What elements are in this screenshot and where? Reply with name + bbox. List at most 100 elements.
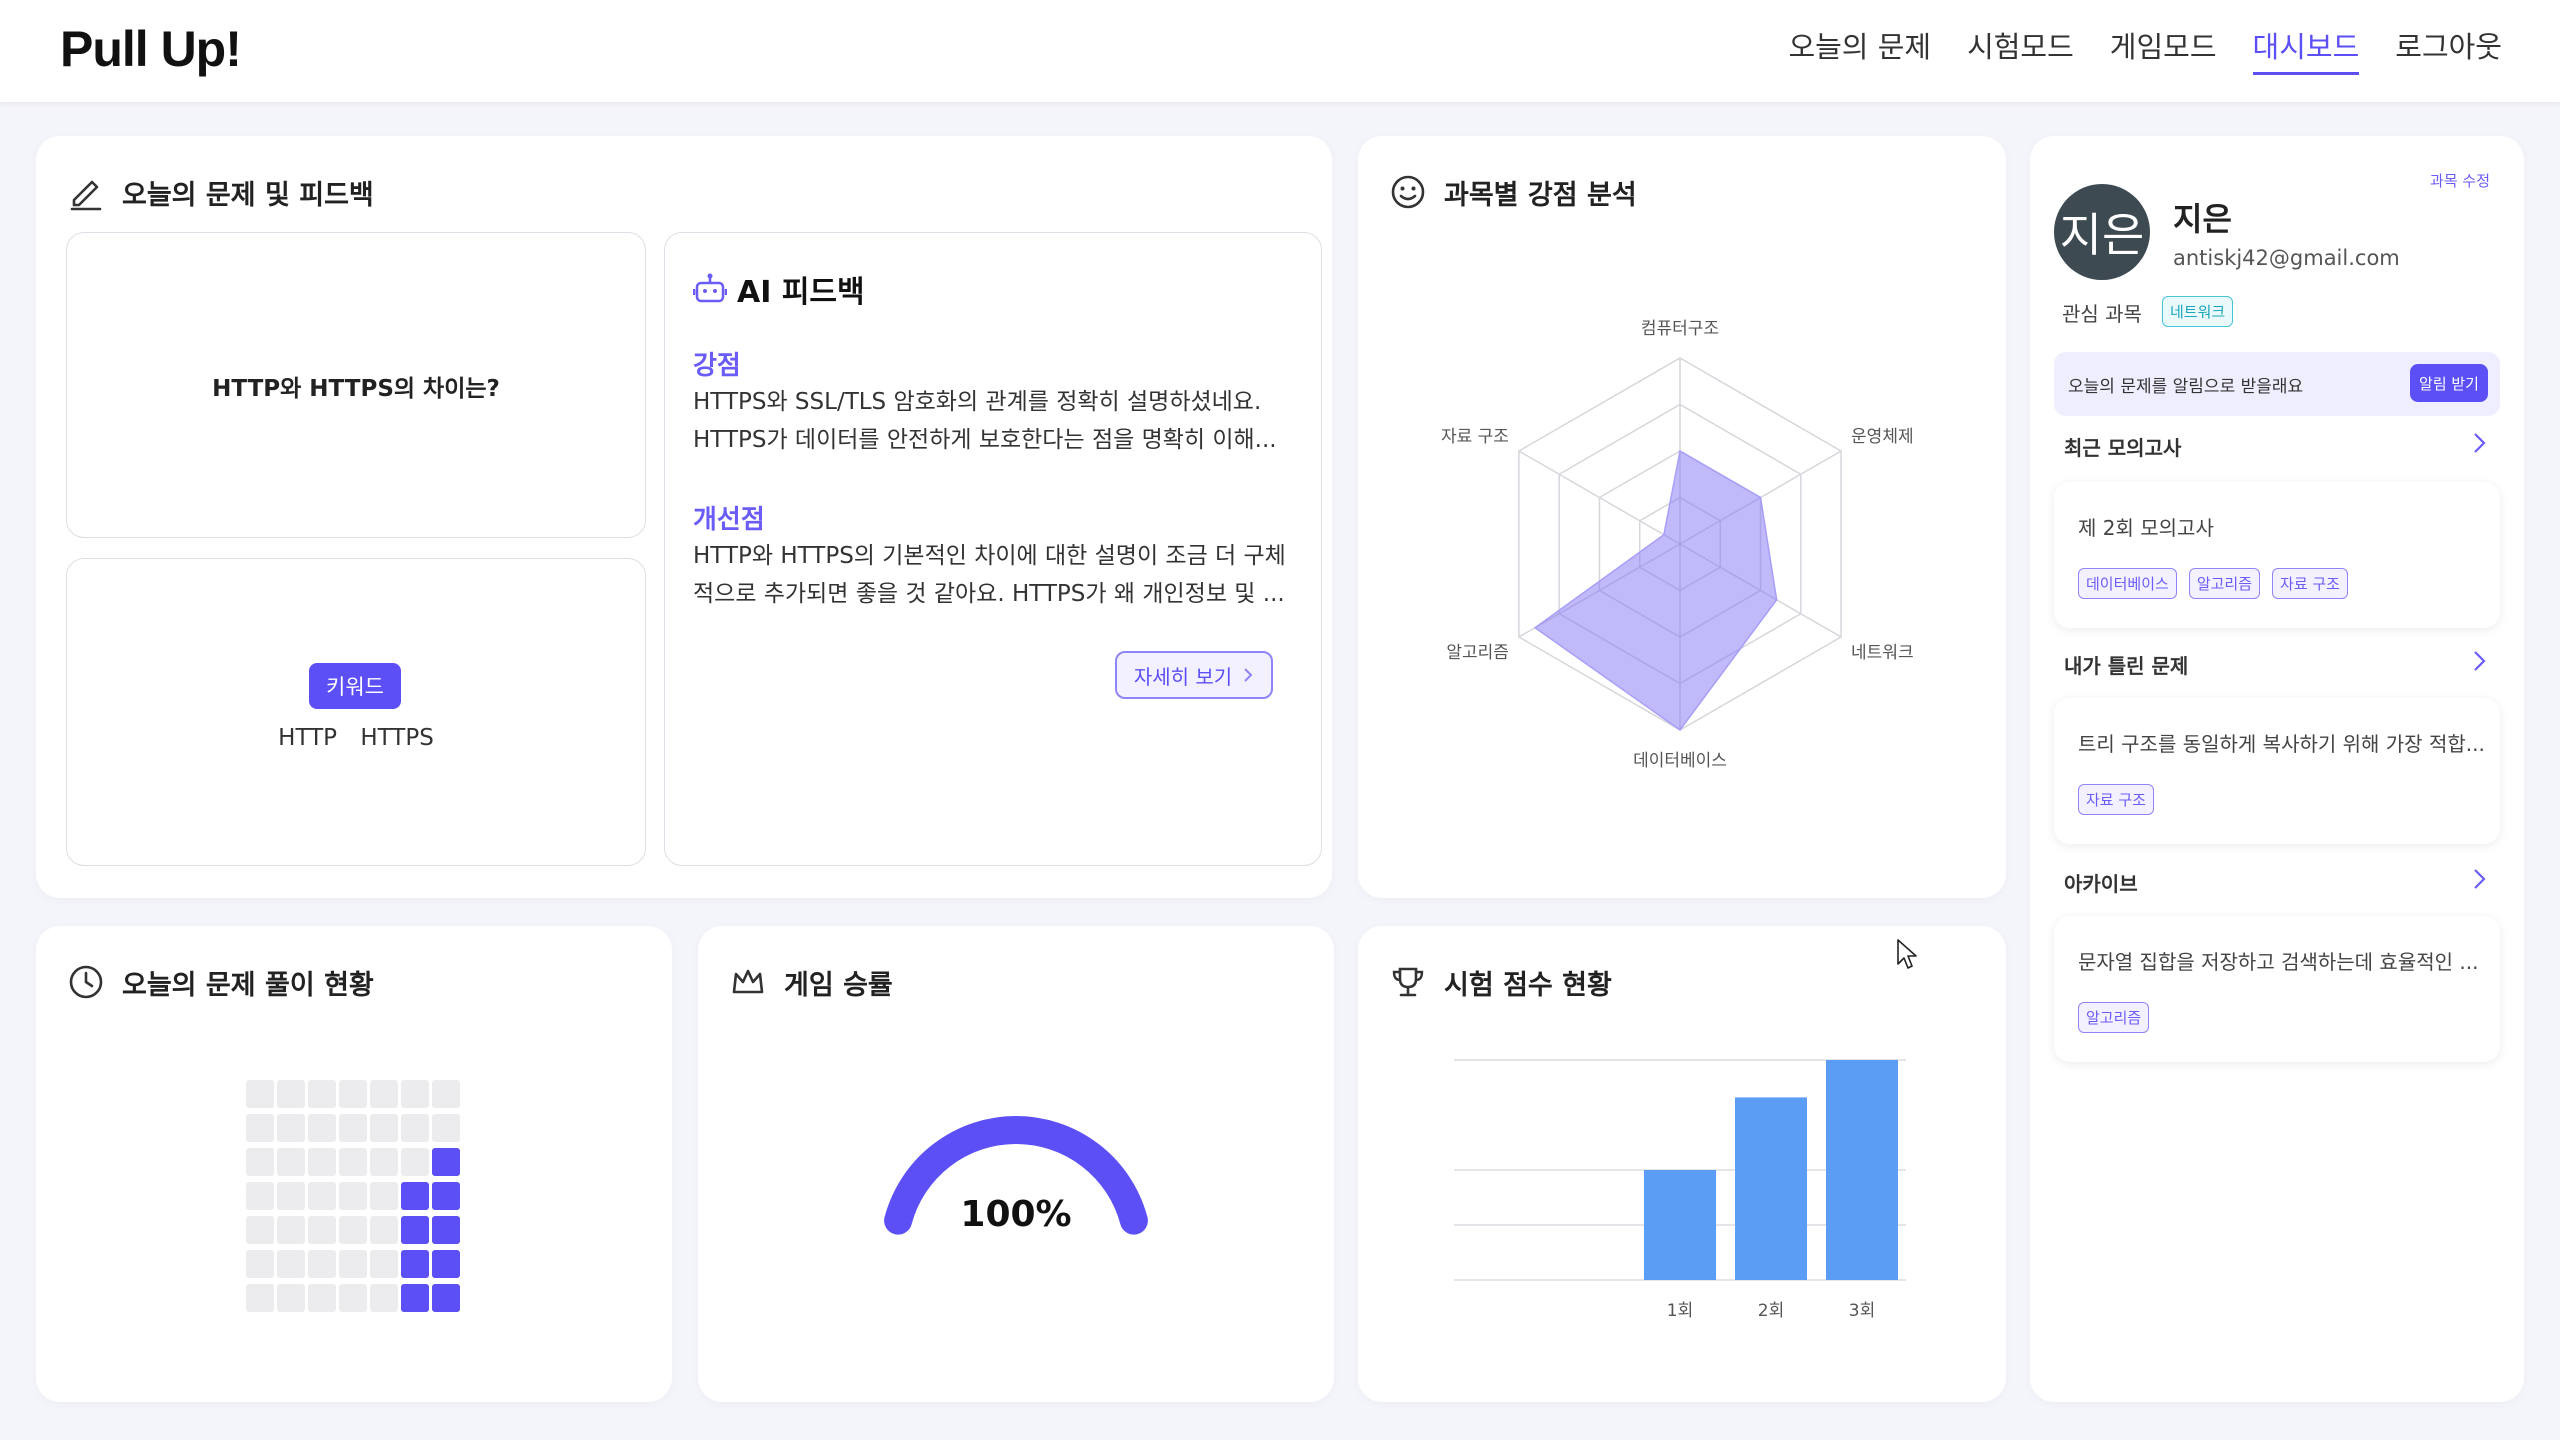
progress-cell — [339, 1182, 367, 1210]
tag-list: 데이터베이스 알고리즘 자료 구조 — [2078, 568, 2348, 599]
radar-axis-label: 운영체제 — [1851, 427, 1914, 447]
view-more-button[interactable]: 자세히 보기 — [1115, 651, 1273, 699]
recent-exam-text: 제 2회 모의고사 — [2078, 516, 2214, 540]
improvement-text: HTTP와 HTTPS의 기본적인 차이에 대한 설명이 조금 더 구체 적으로… — [693, 543, 1286, 607]
profile-name: 지은 — [2173, 200, 2232, 238]
winrate-gauge — [884, 1116, 1148, 1235]
progress-cell — [432, 1250, 460, 1278]
notification-box: 오늘의 문제를 알림으로 받을래요 알림 받기 — [2054, 352, 2500, 416]
tag-list: 자료 구조 — [2078, 784, 2154, 815]
progress-cell — [277, 1182, 305, 1210]
nav-logout[interactable]: 로그아웃 — [2395, 24, 2502, 75]
nav-game-mode[interactable]: 게임모드 — [2110, 24, 2217, 75]
question-text: HTTP와 HTTPS의 차이는? — [212, 376, 500, 402]
progress-cell — [308, 1080, 336, 1108]
progress-cell — [370, 1080, 398, 1108]
top-header: Pull Up! 오늘의 문제 시험모드 게임모드 대시보드 로그아웃 — [0, 0, 2560, 102]
progress-cell — [246, 1148, 274, 1176]
progress-cell — [401, 1216, 429, 1244]
progress-cell — [277, 1284, 305, 1312]
wrong-answer-card[interactable]: 트리 구조를 동일하게 복사하기 위해 가장 적합... 자료 구조 — [2054, 698, 2500, 844]
progress-cell — [339, 1114, 367, 1142]
progress-cell — [401, 1250, 429, 1278]
strength-text: HTTPS와 SSL/TLS 암호화의 관계를 정확히 설명하셨네요. HTTP… — [693, 389, 1277, 453]
progress-cell — [308, 1250, 336, 1278]
app-logo[interactable]: Pull Up! — [60, 20, 242, 78]
today-problem-title: 오늘의 문제 및 피드백 — [66, 172, 374, 212]
recent-exam-row[interactable]: 최근 모의고사 — [2054, 428, 2500, 468]
main-nav: 오늘의 문제 시험모드 게임모드 대시보드 로그아웃 — [1788, 24, 2502, 75]
progress-cell — [339, 1284, 367, 1312]
keyword-item: HTTP — [278, 725, 338, 751]
progress-cell — [370, 1250, 398, 1278]
nav-dashboard[interactable]: 대시보드 — [2252, 24, 2360, 75]
daily-progress-card: 오늘의 문제 풀이 현황 — [36, 926, 672, 1402]
profile-email: antiskj42@gmail.com — [2173, 246, 2400, 270]
archive-row[interactable]: 아카이브 — [2054, 864, 2500, 904]
chevron-right-icon[interactable] — [2464, 646, 2494, 676]
progress-cell — [277, 1250, 305, 1278]
progress-cell — [432, 1114, 460, 1142]
progress-cell — [432, 1284, 460, 1312]
game-winrate-card: 게임 승률 100% — [698, 926, 1334, 1402]
progress-cell — [246, 1284, 274, 1312]
question-box[interactable]: HTTP와 HTTPS의 차이는? — [66, 232, 646, 538]
winrate-value: 100% — [960, 1194, 1072, 1235]
radar-axis-label: 자료 구조 — [1441, 427, 1509, 447]
robot-icon — [693, 273, 727, 303]
progress-cell — [308, 1216, 336, 1244]
progress-cell — [401, 1182, 429, 1210]
subject-tag: 자료 구조 — [2272, 568, 2348, 599]
subject-tag: 데이터베이스 — [2078, 568, 2177, 599]
subject-tag: 자료 구조 — [2078, 784, 2154, 815]
interest-label: 관심 과목 — [2062, 302, 2142, 326]
chevron-right-icon[interactable] — [2464, 864, 2494, 894]
chevron-right-icon[interactable] — [2464, 428, 2494, 458]
nav-today-problem[interactable]: 오늘의 문제 — [1788, 24, 1931, 75]
radar-axis-label: 컴퓨터구조 — [1641, 319, 1719, 339]
bar-category-label: 1회 — [1667, 1301, 1693, 1321]
notify-button[interactable]: 알림 받기 — [2410, 364, 2488, 402]
progress-cell — [432, 1080, 460, 1108]
radar-data-area — [1533, 449, 1778, 732]
progress-cell — [339, 1148, 367, 1176]
archive-text: 문자열 집합을 저장하고 검색하는데 효율적인 ... — [2078, 950, 2479, 974]
avatar: 지은 — [2054, 184, 2150, 280]
progress-cell — [339, 1250, 367, 1278]
progress-cell — [277, 1080, 305, 1108]
progress-cell — [432, 1148, 460, 1176]
interest-tag: 네트워크 — [2162, 296, 2234, 327]
exam-bar — [1735, 1097, 1807, 1280]
wrong-answers-row[interactable]: 내가 틀린 문제 — [2054, 646, 2500, 686]
progress-cell — [277, 1216, 305, 1244]
subject-strength-card: 과목별 강점 분석 컴퓨터구조 운영체제 네트워크 데이터베이스 알고리즘 자료 구조 — [1358, 136, 2006, 898]
bar-category-label: 3회 — [1849, 1301, 1875, 1321]
nav-exam-mode[interactable]: 시험모드 — [1967, 24, 2074, 75]
archive-card[interactable]: 문자열 집합을 저장하고 검색하는데 효율적인 ... 알고리즘 — [2054, 916, 2500, 1062]
progress-cell — [339, 1080, 367, 1108]
today-problem-card: 오늘의 문제 및 피드백 HTTP와 HTTPS의 차이는? 키워드 HTTP … — [36, 136, 1332, 898]
ai-feedback-box: AI 피드백 강점 HTTPS와 SSL/TLS 암호화의 관계를 정확히 설명… — [664, 232, 1322, 866]
bar-category-label: 2회 — [1758, 1301, 1784, 1321]
recent-exam-card[interactable]: 제 2회 모의고사 데이터베이스 알고리즘 자료 구조 — [2054, 482, 2500, 628]
progress-cell — [277, 1148, 305, 1176]
progress-cell — [401, 1148, 429, 1176]
progress-cell — [370, 1182, 398, 1210]
pencil-icon — [70, 180, 102, 211]
progress-cell — [246, 1216, 274, 1244]
exam-bar — [1826, 1060, 1898, 1280]
progress-cell — [308, 1148, 336, 1176]
progress-cell — [277, 1114, 305, 1142]
radar-axis-label: 네트워크 — [1851, 643, 1914, 663]
progress-cell — [432, 1216, 460, 1244]
keyword-item: HTTPS — [360, 725, 434, 751]
exam-bar-chart: 1회 2회 3회 — [1454, 1059, 1906, 1321]
exam-bar — [1644, 1170, 1716, 1280]
progress-cell — [370, 1284, 398, 1312]
chevron-right-icon — [1244, 668, 1253, 682]
progress-cell — [308, 1182, 336, 1210]
edit-subjects-link[interactable]: 과목 수정 — [2430, 170, 2490, 191]
keyword-box: 키워드 HTTP HTTPS — [66, 558, 646, 866]
improvement-heading: 개선점 — [693, 505, 765, 535]
progress-cell — [370, 1114, 398, 1142]
